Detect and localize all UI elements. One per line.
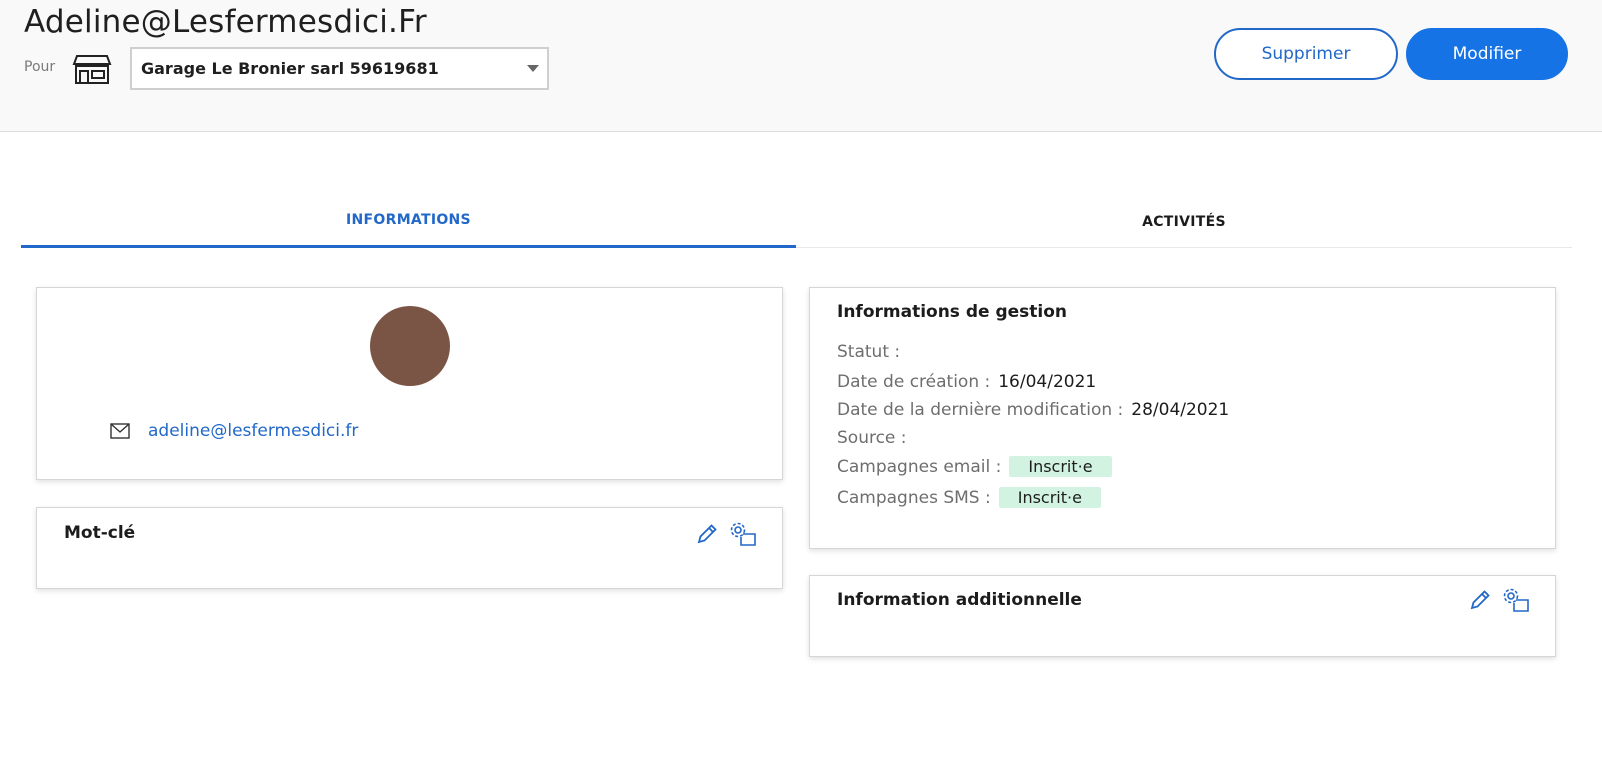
additional-info-card: Information additionnelle [809,575,1556,657]
tab-activites[interactable]: ACTIVITÉS [796,195,1572,248]
source-label: Source : [837,428,907,448]
tab-informations[interactable]: INFORMATIONS [21,195,796,248]
tab-bar: INFORMATIONS ACTIVITÉS [21,195,1572,248]
edit-button[interactable]: Modifier [1406,28,1568,80]
caret-down-icon [527,65,539,72]
mail-icon [110,423,130,439]
email-campaign-badge: Inscrit·e [1009,456,1112,477]
sms-campaign-badge: Inscrit·e [998,487,1101,508]
management-info-card: Informations de gestion Statut : Date de… [809,287,1556,549]
keyword-card: Mot-clé [36,507,783,589]
store-icon [72,55,112,84]
sms-campaign-label: Campagnes SMS : [837,488,991,508]
for-label: Pour [24,59,56,75]
pencil-icon[interactable] [696,523,718,545]
company-select-value: Garage Le Bronier sarl 59619681 [141,59,439,78]
gear-config-icon[interactable] [729,521,757,547]
pencil-icon[interactable] [1469,589,1491,611]
keyword-title: Mot-clé [64,523,136,543]
source-row: Source : [837,428,915,448]
company-select[interactable]: Garage Le Bronier sarl 59619681 [130,47,549,90]
email-link[interactable]: adeline@lesfermesdici.fr [148,421,358,441]
delete-button[interactable]: Supprimer [1214,28,1398,80]
modification-date-value: 28/04/2021 [1131,400,1230,420]
creation-date-label: Date de création : [837,372,991,392]
email-campaign-label: Campagnes email : [837,457,1002,477]
additional-info-title: Information additionnelle [837,590,1082,610]
creation-date-value: 16/04/2021 [998,372,1097,392]
management-info-title: Informations de gestion [837,302,1068,322]
modification-date-row: Date de la dernière modification : 28/04/… [837,400,1229,420]
modification-date-label: Date de la dernière modification : [837,400,1124,420]
profile-card: adeline@lesfermesdici.fr [36,287,783,480]
creation-date-row: Date de création : 16/04/2021 [837,372,1096,392]
top-bar: Adeline@Lesfermesdici.Fr Pour Garage Le … [0,0,1602,132]
email-campaign-row: Campagnes email : Inscrit·e [837,456,1112,477]
avatar [370,306,450,386]
status-label: Statut : [837,342,901,362]
gear-config-icon[interactable] [1502,587,1530,613]
status-row: Statut : [837,342,908,362]
page-title: Adeline@Lesfermesdici.Fr [24,4,427,40]
sms-campaign-row: Campagnes SMS : Inscrit·e [837,487,1101,508]
